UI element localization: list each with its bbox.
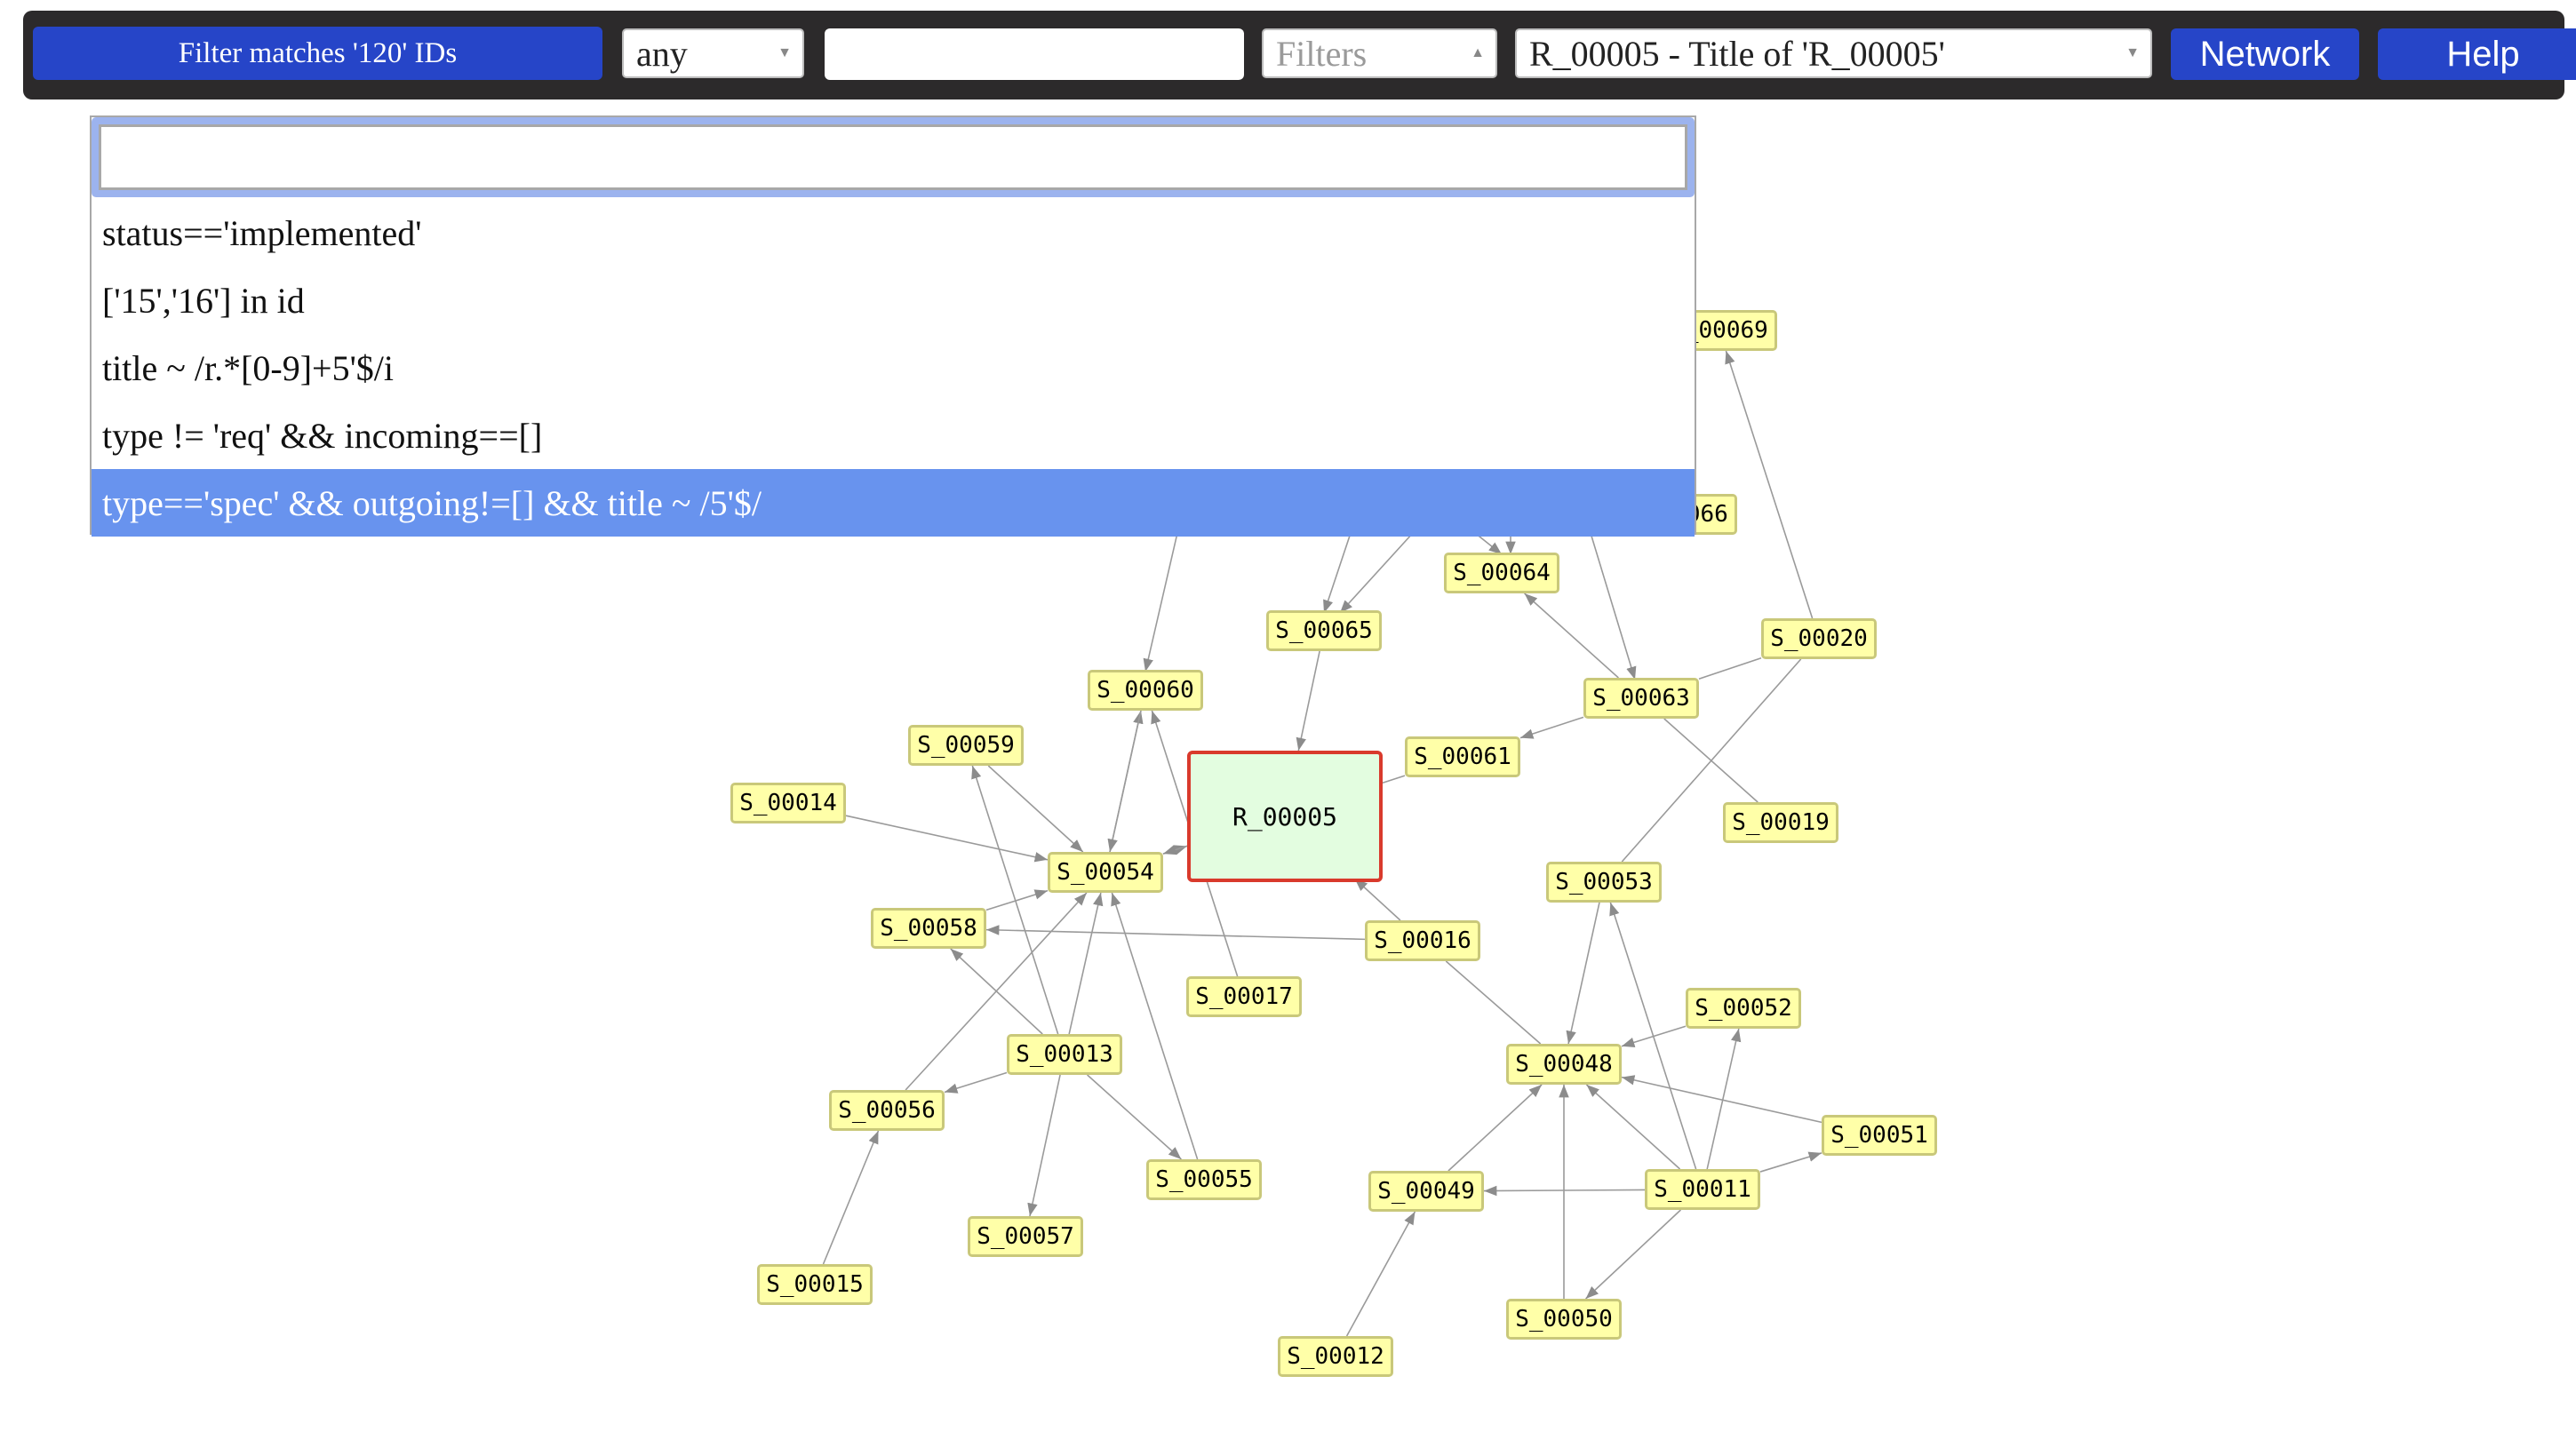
graph-node[interactable]: S_00016 <box>1365 920 1480 961</box>
graph-edge <box>1087 1074 1182 1160</box>
graph-node-root[interactable]: R_00005 <box>1187 751 1383 882</box>
graph-node[interactable]: S_00065 <box>1266 610 1382 651</box>
graph-edge <box>822 1130 880 1265</box>
graph-edge <box>1609 902 1697 1170</box>
graph-edge <box>1519 716 1584 739</box>
graph-node[interactable]: S_00058 <box>871 908 986 949</box>
graph-edge <box>1524 593 1619 679</box>
graph-node[interactable]: S_00064 <box>1444 553 1559 593</box>
graph-edge <box>1445 960 1542 1045</box>
graph-edge <box>1162 845 1188 855</box>
graph-edge <box>1585 1084 1681 1170</box>
graph-edge <box>950 948 1043 1035</box>
graph-node[interactable]: S_00055 <box>1146 1159 1262 1200</box>
graph-edge <box>1590 532 1637 680</box>
graph-edge <box>845 815 1049 863</box>
graph-node[interactable]: S_00050 <box>1506 1299 1622 1340</box>
graph-edge <box>1323 532 1352 614</box>
graph-edge <box>985 925 1366 941</box>
graph-node[interactable]: S_00061 <box>1405 736 1520 777</box>
graph-edge <box>1448 1084 1543 1172</box>
filters-search-focus-ring <box>92 117 1695 197</box>
graph-edge <box>1143 532 1178 672</box>
graph-edge <box>1698 657 1762 680</box>
graph-node[interactable]: S_00013 <box>1007 1034 1122 1075</box>
graph-edge <box>1296 650 1320 752</box>
filters-search-input[interactable] <box>99 124 1687 190</box>
graph-node[interactable]: S_00048 <box>1506 1044 1622 1085</box>
graph-node[interactable]: S_00051 <box>1822 1115 1937 1156</box>
graph-node[interactable]: S_00053 <box>1546 862 1662 903</box>
graph-edge <box>1585 1209 1681 1300</box>
graph-edge <box>1725 350 1814 619</box>
graph-edge <box>1068 892 1104 1035</box>
graph-node[interactable]: S_00057 <box>968 1216 1083 1257</box>
graph-node[interactable]: S_00063 <box>1583 678 1699 719</box>
graph-edge <box>944 1071 1008 1094</box>
filter-option[interactable]: title ~ /r.*[0-9]+5'$/i <box>92 334 1695 402</box>
graph-edge <box>1339 532 1414 614</box>
graph-node[interactable]: S_00052 <box>1686 988 1801 1029</box>
graph-node[interactable]: S_00060 <box>1088 670 1203 711</box>
graph-node[interactable]: S_00020 <box>1761 618 1877 659</box>
graph-edge <box>1354 878 1401 921</box>
graph-node[interactable]: S_00059 <box>908 725 1024 766</box>
filter-option[interactable]: type != 'req' && incoming==[] <box>92 402 1695 469</box>
graph-edge <box>1345 1211 1416 1337</box>
filter-option[interactable]: ['15','16'] in id <box>92 267 1695 334</box>
graph-edge <box>1382 775 1406 784</box>
graph-node[interactable]: S_00054 <box>1048 852 1163 893</box>
graph-edge <box>971 765 1059 1035</box>
filters-dropdown: status=='implemented' ['15','16'] in id … <box>90 115 1696 537</box>
graph-edge <box>1759 1151 1822 1173</box>
graph-edge <box>1107 710 1142 853</box>
graph-edge <box>1706 1028 1742 1170</box>
graph-node[interactable]: S_00011 <box>1645 1169 1760 1210</box>
graph-edge <box>1027 1074 1061 1217</box>
filter-option[interactable]: status=='implemented' <box>92 199 1695 267</box>
filter-option-highlighted[interactable]: type=='spec' && outgoing!=[] && title ~ … <box>92 469 1695 537</box>
graph-edge <box>1483 1185 1646 1197</box>
graph-node[interactable]: S_00056 <box>829 1090 945 1131</box>
graph-node[interactable]: S_00012 <box>1278 1336 1393 1377</box>
graph-node[interactable]: S_00017 <box>1186 976 1302 1017</box>
graph-node[interactable]: S_00014 <box>730 783 846 823</box>
graph-edge <box>1566 902 1600 1045</box>
graph-edge <box>987 765 1084 853</box>
graph-node[interactable]: S_00049 <box>1368 1171 1484 1212</box>
graph-node[interactable]: S_00019 <box>1723 802 1838 843</box>
graph-edge <box>1621 1075 1822 1124</box>
graph-node[interactable]: S_00015 <box>757 1264 873 1305</box>
